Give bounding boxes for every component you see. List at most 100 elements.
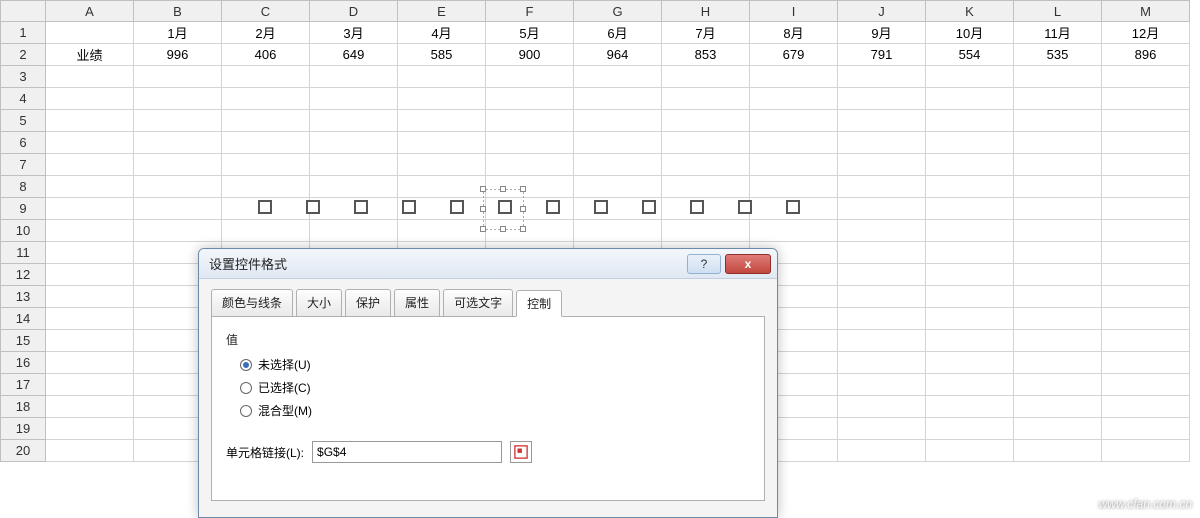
cell[interactable] [1014, 286, 1102, 308]
cell[interactable] [838, 330, 926, 352]
row-header[interactable]: 14 [0, 308, 46, 330]
cell[interactable] [46, 110, 134, 132]
close-button[interactable]: x [725, 254, 771, 274]
cell[interactable] [574, 154, 662, 176]
cell[interactable] [926, 220, 1014, 242]
cell[interactable] [398, 66, 486, 88]
row-header[interactable]: 12 [0, 264, 46, 286]
cell[interactable]: 1月 [134, 22, 222, 44]
cell[interactable]: 791 [838, 44, 926, 66]
cell[interactable] [750, 154, 838, 176]
row-header[interactable]: 15 [0, 330, 46, 352]
cell[interactable] [1014, 308, 1102, 330]
checkbox-control[interactable] [354, 200, 368, 214]
row-header[interactable]: 7 [0, 154, 46, 176]
cell[interactable] [662, 154, 750, 176]
cell[interactable] [926, 66, 1014, 88]
col-header[interactable]: B [134, 0, 222, 22]
cell[interactable] [1102, 242, 1190, 264]
cell[interactable]: 5月 [486, 22, 574, 44]
cell[interactable]: 406 [222, 44, 310, 66]
cell[interactable] [1102, 154, 1190, 176]
cell[interactable]: 585 [398, 44, 486, 66]
cell[interactable] [398, 154, 486, 176]
row-header[interactable]: 17 [0, 374, 46, 396]
cell[interactable] [222, 176, 310, 198]
cell[interactable] [1014, 132, 1102, 154]
cell[interactable] [46, 22, 134, 44]
cell[interactable] [46, 242, 134, 264]
cell[interactable]: 964 [574, 44, 662, 66]
checkbox-control[interactable] [594, 200, 608, 214]
cell[interactable] [310, 154, 398, 176]
row-header[interactable]: 1 [0, 22, 46, 44]
cell[interactable] [486, 66, 574, 88]
tab-size[interactable]: 大小 [296, 289, 342, 316]
cell[interactable] [486, 88, 574, 110]
col-header[interactable]: L [1014, 0, 1102, 22]
cell[interactable] [662, 176, 750, 198]
cell[interactable] [750, 132, 838, 154]
checkbox-control[interactable] [690, 200, 704, 214]
cell[interactable] [1102, 132, 1190, 154]
cell[interactable]: 8月 [750, 22, 838, 44]
checkbox-control[interactable] [258, 200, 272, 214]
cell[interactable] [750, 110, 838, 132]
cell[interactable] [46, 88, 134, 110]
cell[interactable]: 679 [750, 44, 838, 66]
cell[interactable] [838, 176, 926, 198]
cell[interactable] [398, 176, 486, 198]
cell[interactable]: 535 [1014, 44, 1102, 66]
cell[interactable] [46, 176, 134, 198]
cell[interactable] [46, 352, 134, 374]
cell[interactable] [1102, 198, 1190, 220]
cell[interactable] [134, 132, 222, 154]
cell[interactable] [926, 132, 1014, 154]
cell[interactable] [838, 440, 926, 462]
cell[interactable] [46, 220, 134, 242]
cell[interactable] [1102, 440, 1190, 462]
cell[interactable] [1102, 66, 1190, 88]
col-header[interactable]: C [222, 0, 310, 22]
cell[interactable] [486, 110, 574, 132]
cell[interactable]: 业绩 [46, 44, 134, 66]
radio-selected[interactable]: 已选择(C) [240, 379, 750, 396]
cell[interactable] [222, 154, 310, 176]
cell[interactable] [926, 176, 1014, 198]
cell[interactable] [1014, 66, 1102, 88]
cell[interactable] [926, 88, 1014, 110]
cell[interactable] [46, 198, 134, 220]
checkbox-control[interactable] [306, 200, 320, 214]
cell[interactable] [838, 374, 926, 396]
cell-link-input[interactable] [312, 441, 502, 463]
cell[interactable] [1014, 242, 1102, 264]
cell[interactable] [1014, 176, 1102, 198]
cell[interactable] [838, 220, 926, 242]
cell[interactable] [1014, 88, 1102, 110]
cell[interactable] [310, 176, 398, 198]
cell[interactable] [926, 330, 1014, 352]
cell[interactable]: 9月 [838, 22, 926, 44]
cell[interactable] [1102, 418, 1190, 440]
radio-unselected[interactable]: 未选择(U) [240, 356, 750, 373]
select-all-corner[interactable] [0, 0, 46, 22]
cell[interactable]: 3月 [310, 22, 398, 44]
tab-color-line[interactable]: 颜色与线条 [211, 289, 293, 316]
cell[interactable] [310, 88, 398, 110]
cell[interactable] [1014, 220, 1102, 242]
cell[interactable]: 11月 [1014, 22, 1102, 44]
cell[interactable] [1102, 396, 1190, 418]
cell[interactable] [1014, 264, 1102, 286]
cell[interactable] [750, 176, 838, 198]
cell[interactable] [1014, 374, 1102, 396]
cell[interactable]: 4月 [398, 22, 486, 44]
cell[interactable] [222, 66, 310, 88]
cell[interactable] [926, 374, 1014, 396]
cell[interactable] [662, 88, 750, 110]
row-header[interactable]: 16 [0, 352, 46, 374]
cell[interactable] [926, 352, 1014, 374]
cell[interactable] [222, 220, 310, 242]
cell[interactable] [1014, 198, 1102, 220]
cell[interactable] [574, 110, 662, 132]
col-header[interactable]: D [310, 0, 398, 22]
